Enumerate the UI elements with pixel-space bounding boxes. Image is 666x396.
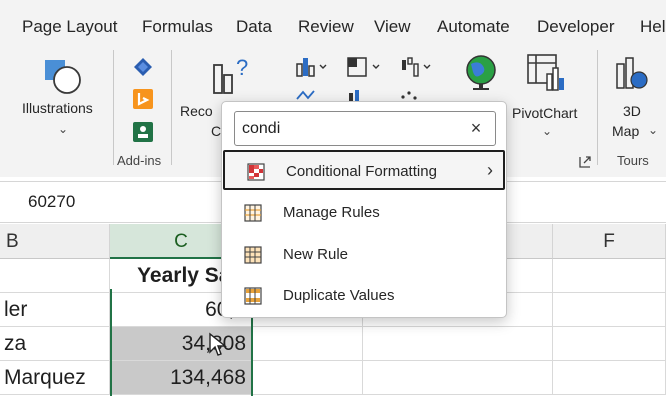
result-label: Duplicate Values: [283, 287, 395, 304]
hierarchy-chart-icon[interactable]: [347, 56, 383, 78]
tab-page-layout[interactable]: Page Layout: [22, 17, 117, 37]
cell-b1[interactable]: [0, 259, 110, 293]
cell-f1[interactable]: [553, 259, 666, 293]
result-manage-rules[interactable]: Manage Rules: [222, 193, 506, 233]
cell-e4[interactable]: [363, 361, 553, 395]
3d-map-icon[interactable]: [615, 54, 649, 94]
new-rule-icon: [244, 246, 262, 264]
manage-rules-icon: [244, 204, 262, 222]
search-results-dropdown: × Conditional Formatting › Manage Rules: [221, 101, 507, 318]
line-chart-icon[interactable]: [296, 89, 326, 101]
waterfall-chart-icon[interactable]: [400, 56, 434, 78]
result-new-rule[interactable]: New Rule: [222, 235, 506, 275]
bar-chart-icon[interactable]: [346, 89, 376, 101]
group-addins-label: Add-ins: [117, 153, 162, 168]
search-input[interactable]: [242, 116, 462, 141]
pivotchart-label: PivotChart: [512, 105, 578, 121]
cell-f2[interactable]: [553, 293, 666, 327]
people-graph-icon[interactable]: [133, 122, 153, 142]
cell-c3[interactable]: 34,808: [110, 327, 253, 361]
cell-c4[interactable]: 134,468: [110, 361, 253, 395]
tab-view[interactable]: View: [374, 17, 411, 37]
cell-b4[interactable]: Marquez: [0, 361, 110, 395]
result-label: New Rule: [283, 246, 349, 263]
dialog-launcher-icon[interactable]: [579, 156, 591, 168]
result-duplicate-values[interactable]: Duplicate Values: [222, 276, 506, 316]
cell-f3[interactable]: [553, 327, 666, 361]
chevron-down-icon: ⌄: [58, 122, 69, 136]
visio-icon[interactable]: [132, 56, 154, 78]
search-box: ×: [234, 111, 496, 146]
3d-map-label: 3D: [623, 103, 641, 119]
chevron-down-icon: ⌄: [542, 124, 553, 138]
cell-f4[interactable]: [553, 361, 666, 395]
maps-globe-icon[interactable]: [461, 52, 501, 92]
group-tours-label: Tours: [617, 153, 649, 168]
column-header-f[interactable]: F: [553, 224, 666, 259]
mouse-cursor-icon: [209, 332, 227, 356]
svg-text:?: ?: [236, 55, 248, 80]
scatter-chart-icon[interactable]: [400, 89, 430, 101]
tab-formulas[interactable]: Formulas: [142, 17, 213, 37]
tab-automate[interactable]: Automate: [437, 17, 510, 37]
illustrations-button[interactable]: Illustrations ⌄: [20, 50, 106, 140]
3d-map-label-2: Map: [612, 123, 640, 139]
result-label: Conditional Formatting: [286, 163, 437, 180]
cell-d4[interactable]: [253, 361, 363, 395]
tab-data[interactable]: Data: [236, 17, 272, 37]
cell-b3[interactable]: za: [0, 327, 110, 361]
bing-icon[interactable]: [133, 89, 153, 109]
recommended-charts-label: Reco: [180, 103, 213, 119]
illustrations-icon: [45, 60, 81, 94]
duplicate-values-icon: [244, 287, 262, 305]
tab-help[interactable]: Hel: [640, 17, 666, 37]
column-header-b[interactable]: B: [0, 224, 110, 259]
recommended-charts-icon[interactable]: ?: [210, 55, 250, 97]
name-box-value[interactable]: 60270: [28, 192, 75, 212]
result-conditional-formatting[interactable]: Conditional Formatting ›: [223, 150, 505, 190]
tab-review[interactable]: Review: [298, 17, 354, 37]
column-chart-icon[interactable]: [296, 56, 330, 78]
recommended-charts-label-2: C: [211, 123, 222, 139]
cell-e3[interactable]: [363, 327, 553, 361]
chevron-right-icon: ›: [487, 160, 493, 180]
illustrations-label: Illustrations: [22, 100, 93, 116]
cell-d3[interactable]: [253, 327, 363, 361]
tab-developer[interactable]: Developer: [537, 17, 615, 37]
chevron-down-icon: ⌄: [648, 123, 659, 137]
cell-b2[interactable]: ler: [0, 293, 110, 327]
conditional-formatting-icon: [247, 163, 265, 181]
pivotchart-icon[interactable]: [525, 52, 567, 94]
result-label: Manage Rules: [283, 204, 380, 221]
clear-search-icon[interactable]: ×: [463, 115, 489, 141]
